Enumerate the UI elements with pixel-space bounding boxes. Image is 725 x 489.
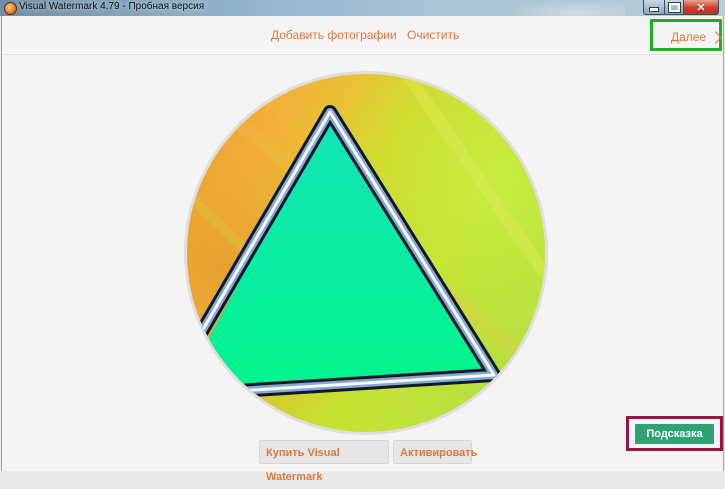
activate-button[interactable]: Активировать [393, 440, 477, 464]
window-controls: ✕ [643, 0, 719, 15]
window-title: Visual Watermark 4.79 - Пробная версия [19, 1, 205, 12]
next-button-label: Далее [671, 30, 707, 44]
next-highlight-frame: Далее [650, 19, 723, 51]
app-logo-icon [4, 2, 17, 15]
titlebar-background-decoration [505, 0, 625, 16]
close-button[interactable]: ✕ [684, 0, 719, 15]
next-button[interactable]: Далее [671, 30, 723, 44]
hint-button[interactable]: Подсказка [635, 424, 714, 444]
window-titlebar[interactable]: Visual Watermark 4.79 - Пробная версия ✕ [0, 0, 725, 16]
buy-button[interactable]: Купить Visual Watermark [259, 440, 389, 483]
add-photos-link[interactable]: Добавить фотографии [271, 28, 397, 42]
close-icon: ✕ [696, 1, 706, 14]
bottom-bar: Купить Visual Watermark Активировать [2, 437, 723, 483]
maximize-icon [667, 1, 681, 13]
minimize-button[interactable] [643, 0, 665, 15]
minimize-icon [649, 7, 659, 12]
top-toolbar: Добавить фотографии Очистить Далее [2, 16, 723, 55]
photo-preview[interactable] [184, 71, 548, 435]
hint-highlight-frame: Подсказка [626, 416, 723, 451]
clear-link[interactable]: Очистить [407, 28, 459, 42]
chevron-right-icon [709, 30, 723, 44]
photo-image [187, 74, 545, 432]
app-main: Добавить фотографии Очистить Далее Купит… [1, 16, 724, 483]
maximize-button[interactable] [665, 0, 684, 15]
